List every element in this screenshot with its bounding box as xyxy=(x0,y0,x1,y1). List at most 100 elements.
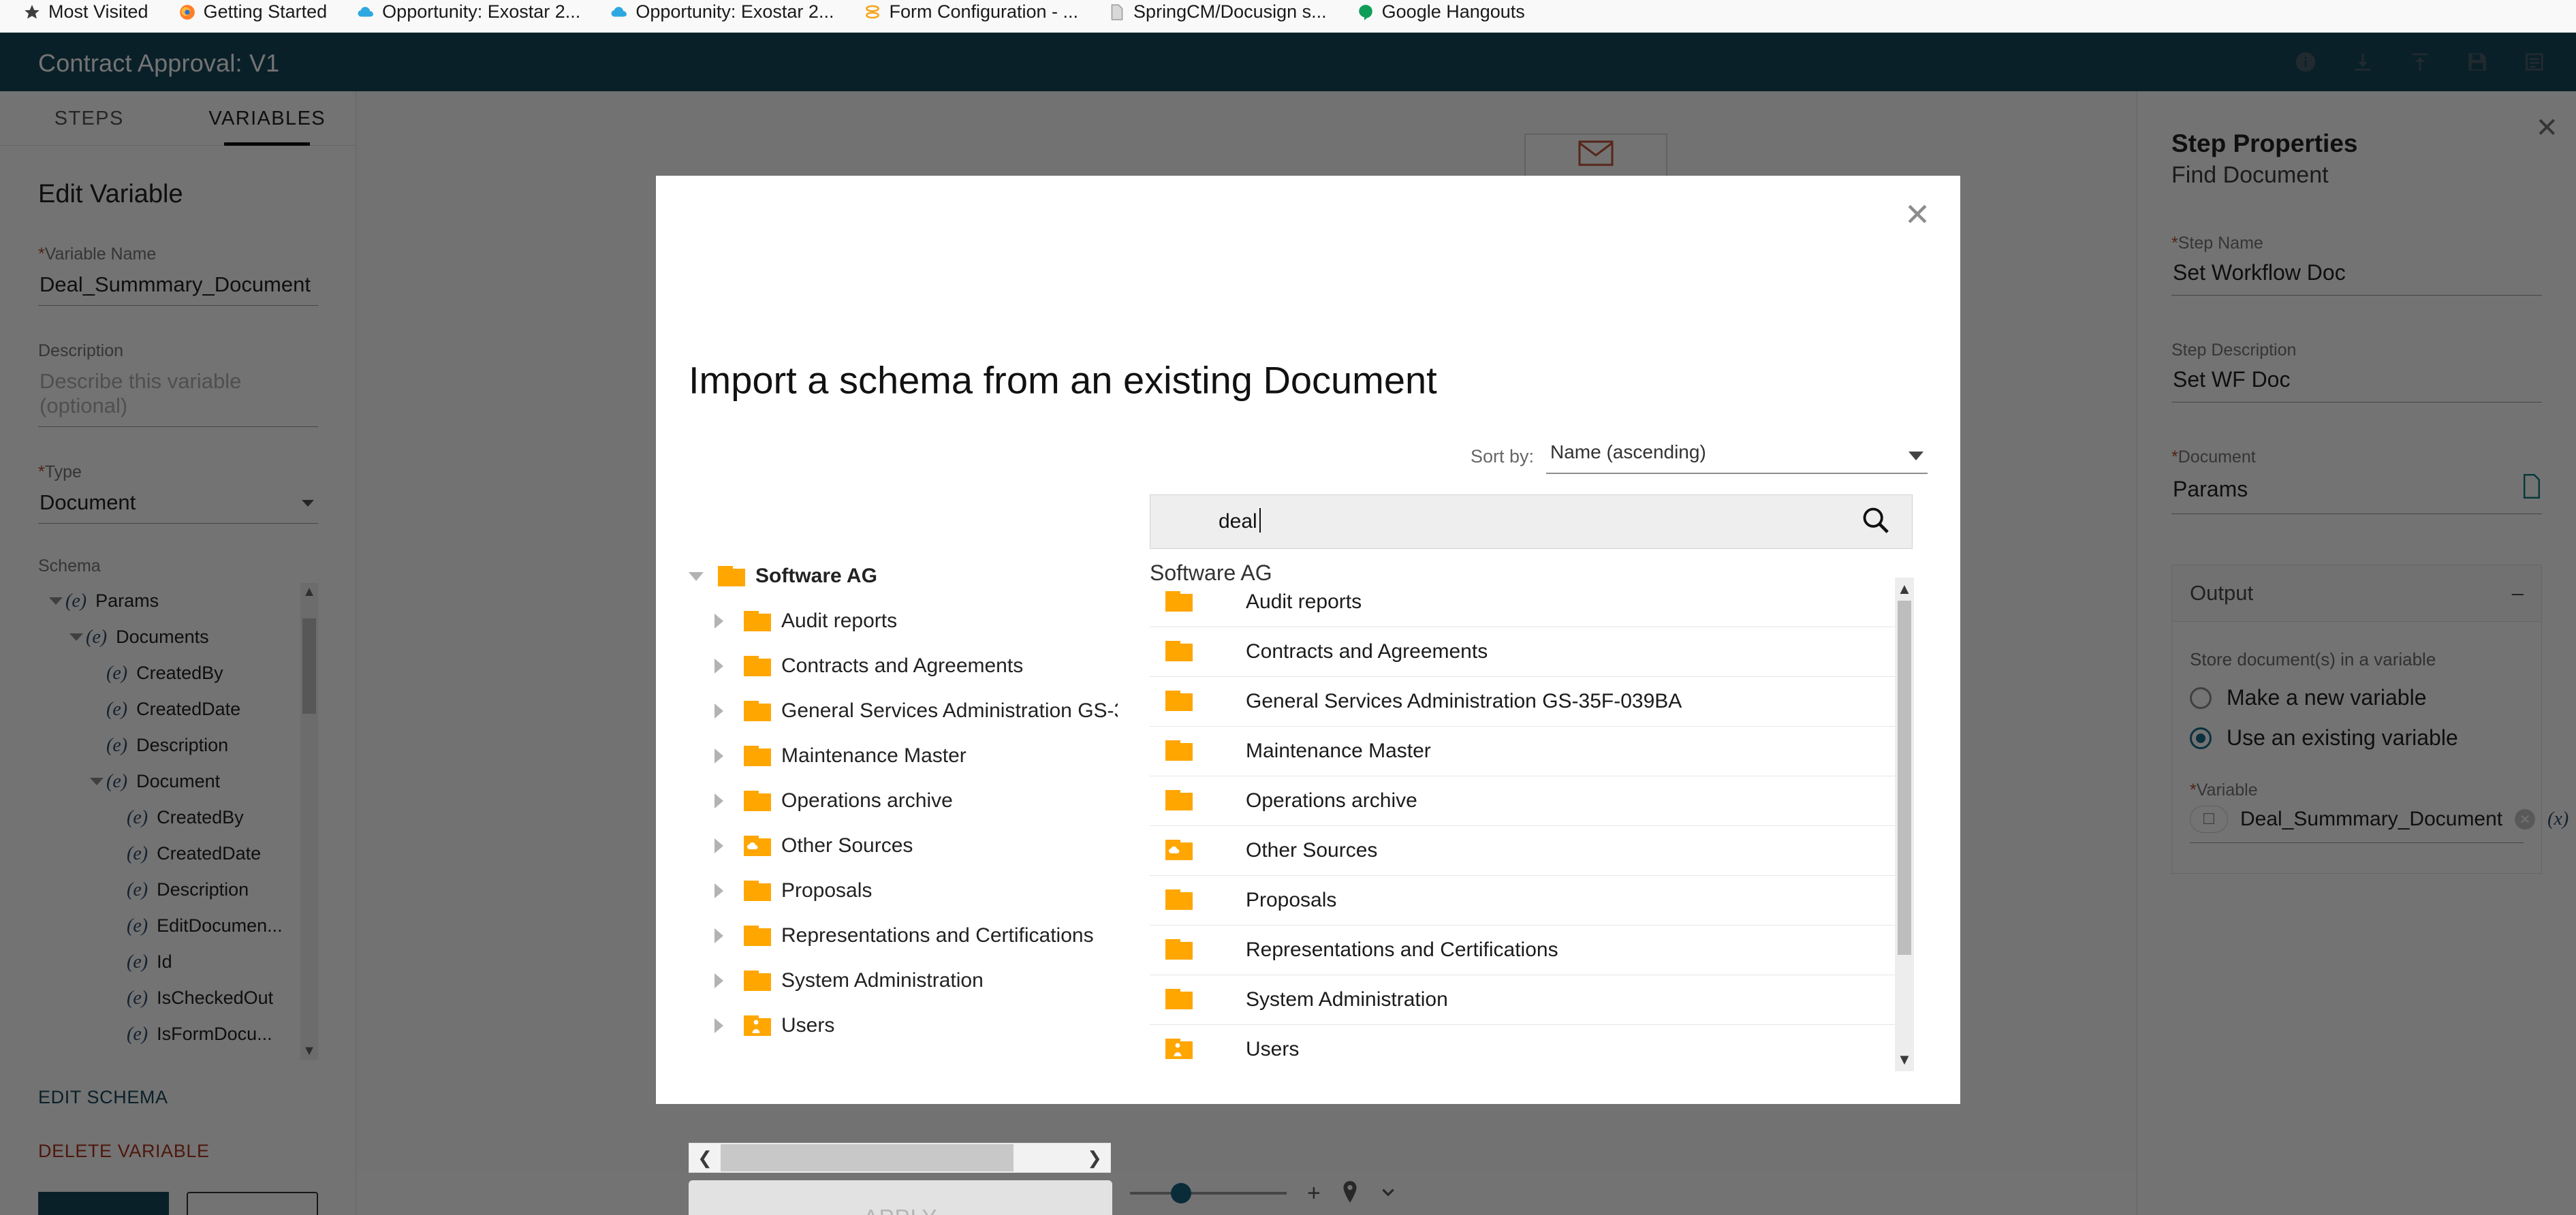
orange-circle-icon xyxy=(864,3,881,21)
screen: Most Visited Getting Started Opportunity… xyxy=(0,0,2576,1215)
chevron-right-icon[interactable] xyxy=(714,928,743,943)
chevron-right-icon[interactable] xyxy=(714,659,743,674)
chevron-left-icon[interactable]: ❮ xyxy=(689,1148,721,1169)
dialog-title: Import a schema from an existing Documen… xyxy=(689,358,1437,402)
bookmark-item[interactable]: Google Hangouts xyxy=(1357,1,1525,22)
folder-tree[interactable]: Software AG Audit reports Contracts and … xyxy=(689,554,1118,1099)
document-list-label: Proposals xyxy=(1246,889,1337,911)
chevron-right-icon[interactable]: ❯ xyxy=(1079,1148,1110,1169)
chevron-right-icon[interactable] xyxy=(714,793,743,808)
folder-icon xyxy=(717,565,746,588)
folder-tree-node[interactable]: Software AG xyxy=(689,554,1118,599)
star-icon xyxy=(23,3,41,21)
document-list-label: Other Sources xyxy=(1246,839,1378,862)
folder-tree-node[interactable]: General Services Administration GS-35F xyxy=(689,689,1118,733)
bookmark-item[interactable]: Getting Started xyxy=(178,1,328,22)
folder-tree-node[interactable]: Other Sources xyxy=(689,823,1118,868)
chevron-down-icon[interactable]: ▼ xyxy=(1895,1048,1914,1071)
folder-tree-node[interactable]: System Administration xyxy=(689,958,1118,1003)
folder-tree-node[interactable]: Maintenance Master xyxy=(689,733,1118,778)
import-schema-dialog: ✕ Import a schema from an existing Docum… xyxy=(656,176,1960,1215)
chevron-right-icon[interactable] xyxy=(714,883,743,898)
search-icon[interactable] xyxy=(1860,505,1891,539)
scrollbar-thumb[interactable] xyxy=(1898,601,1911,955)
bookmark-label: Form Configuration - ... xyxy=(889,1,1079,22)
document-list-row[interactable]: Audit reports xyxy=(1150,578,1895,627)
folder-tree-label: Software AG xyxy=(755,565,877,587)
document-list-label: Contracts and Agreements xyxy=(1246,640,1488,663)
document-list-row[interactable]: Maintenance Master xyxy=(1150,727,1895,776)
browser-bookmarks-bar: Most Visited Getting Started Opportunity… xyxy=(0,0,2576,33)
folder-icon xyxy=(743,699,772,723)
chevron-right-icon[interactable] xyxy=(714,748,743,763)
bookmark-label: Google Hangouts xyxy=(1381,1,1525,22)
document-list-label: Users xyxy=(1246,1038,1300,1060)
folder-icon xyxy=(1165,988,1196,1012)
document-list-row[interactable]: Users xyxy=(1150,1025,1895,1071)
folder-users-icon xyxy=(743,1014,772,1037)
hangouts-green-icon xyxy=(1357,3,1375,21)
folder-tree-node[interactable]: Users xyxy=(689,1003,1118,1048)
folder-tree-node[interactable]: Proposals xyxy=(689,868,1118,913)
chevron-right-icon[interactable] xyxy=(714,838,743,853)
document-list-scrollbar[interactable]: ▲ ▼ xyxy=(1895,578,1914,1071)
bookmark-item[interactable]: SpringCM/Docusign s... xyxy=(1108,1,1327,22)
search-box[interactable]: deal xyxy=(1150,494,1913,549)
document-list-row[interactable]: Proposals xyxy=(1150,876,1895,926)
chevron-up-icon[interactable]: ▲ xyxy=(1895,578,1914,601)
bookmark-label: SpringCM/Docusign s... xyxy=(1133,1,1327,22)
bookmark-label: Getting Started xyxy=(203,1,328,22)
folder-tree-node[interactable]: Contracts and Agreements xyxy=(689,644,1118,689)
chevron-right-icon[interactable] xyxy=(714,1018,743,1033)
folder-tree-label: Other Sources xyxy=(781,834,913,857)
folder-icon xyxy=(1165,938,1196,962)
folder-icon xyxy=(1165,590,1196,614)
sort-by-label: Sort by: xyxy=(1470,446,1534,467)
sort-by-value: Name (ascending) xyxy=(1550,441,1706,462)
folder-users-icon xyxy=(1165,1037,1196,1062)
close-icon[interactable]: ✕ xyxy=(1899,196,1936,233)
document-list-row[interactable]: Other Sources xyxy=(1150,826,1895,876)
folder-icon xyxy=(743,924,772,947)
folder-icon xyxy=(1165,739,1196,763)
folder-tree-node[interactable]: Representations and Certifications xyxy=(689,913,1118,958)
chevron-down-icon xyxy=(1909,452,1923,460)
chevron-right-icon[interactable] xyxy=(714,704,743,719)
document-list-row[interactable]: General Services Administration GS-35F-0… xyxy=(1150,677,1895,727)
folder-tree-label: Users xyxy=(781,1014,835,1037)
folder-icon xyxy=(743,789,772,812)
bookmark-item[interactable]: Opportunity: Exostar 2... xyxy=(610,1,834,22)
document-list-row[interactable]: Representations and Certifications xyxy=(1150,926,1895,975)
folder-tree-label: Contracts and Agreements xyxy=(781,654,1024,677)
bookmark-item[interactable]: Form Configuration - ... xyxy=(864,1,1078,22)
folder-icon xyxy=(743,969,772,992)
search-input[interactable]: deal xyxy=(1219,508,1261,533)
folder-icon xyxy=(1165,640,1196,664)
document-list: Audit reports Contracts and Agreements G… xyxy=(1150,578,1914,1071)
bookmark-item[interactable]: Opportunity: Exostar 2... xyxy=(357,1,580,22)
cloud-blue-icon xyxy=(357,3,375,21)
document-list-row[interactable]: Operations archive xyxy=(1150,776,1895,826)
folder-tree-label: System Administration xyxy=(781,969,984,992)
bookmark-item[interactable]: Most Visited xyxy=(23,1,148,22)
document-list-row[interactable]: System Administration xyxy=(1150,975,1895,1025)
folder-tree-label: Proposals xyxy=(781,879,873,902)
bookmark-label: Opportunity: Exostar 2... xyxy=(382,1,581,22)
document-list-row[interactable]: Contracts and Agreements xyxy=(1150,627,1895,677)
chevron-right-icon[interactable] xyxy=(714,973,743,988)
folder-icon xyxy=(1165,888,1196,913)
apply-button[interactable]: APPLY xyxy=(689,1180,1112,1215)
hscroll-thumb[interactable] xyxy=(721,1144,1014,1171)
sort-by-select[interactable]: Name (ascending) xyxy=(1546,441,1928,474)
chevron-right-icon[interactable] xyxy=(714,614,743,629)
folder-tree-node[interactable]: Operations archive xyxy=(689,778,1118,823)
document-list-label: Audit reports xyxy=(1246,590,1362,613)
hscroll-track[interactable] xyxy=(721,1143,1079,1173)
bookmark-label: Most Visited xyxy=(48,1,148,22)
folder-tree-hscrollbar[interactable]: ❮ ❯ xyxy=(689,1143,1111,1173)
sort-control: Sort by: Name (ascending) xyxy=(1471,441,1928,474)
folder-tree-node[interactable]: Audit reports xyxy=(689,599,1118,644)
folder-icon xyxy=(743,879,772,902)
folder-cloud-icon xyxy=(743,834,772,857)
chevron-down-icon[interactable] xyxy=(689,571,717,581)
